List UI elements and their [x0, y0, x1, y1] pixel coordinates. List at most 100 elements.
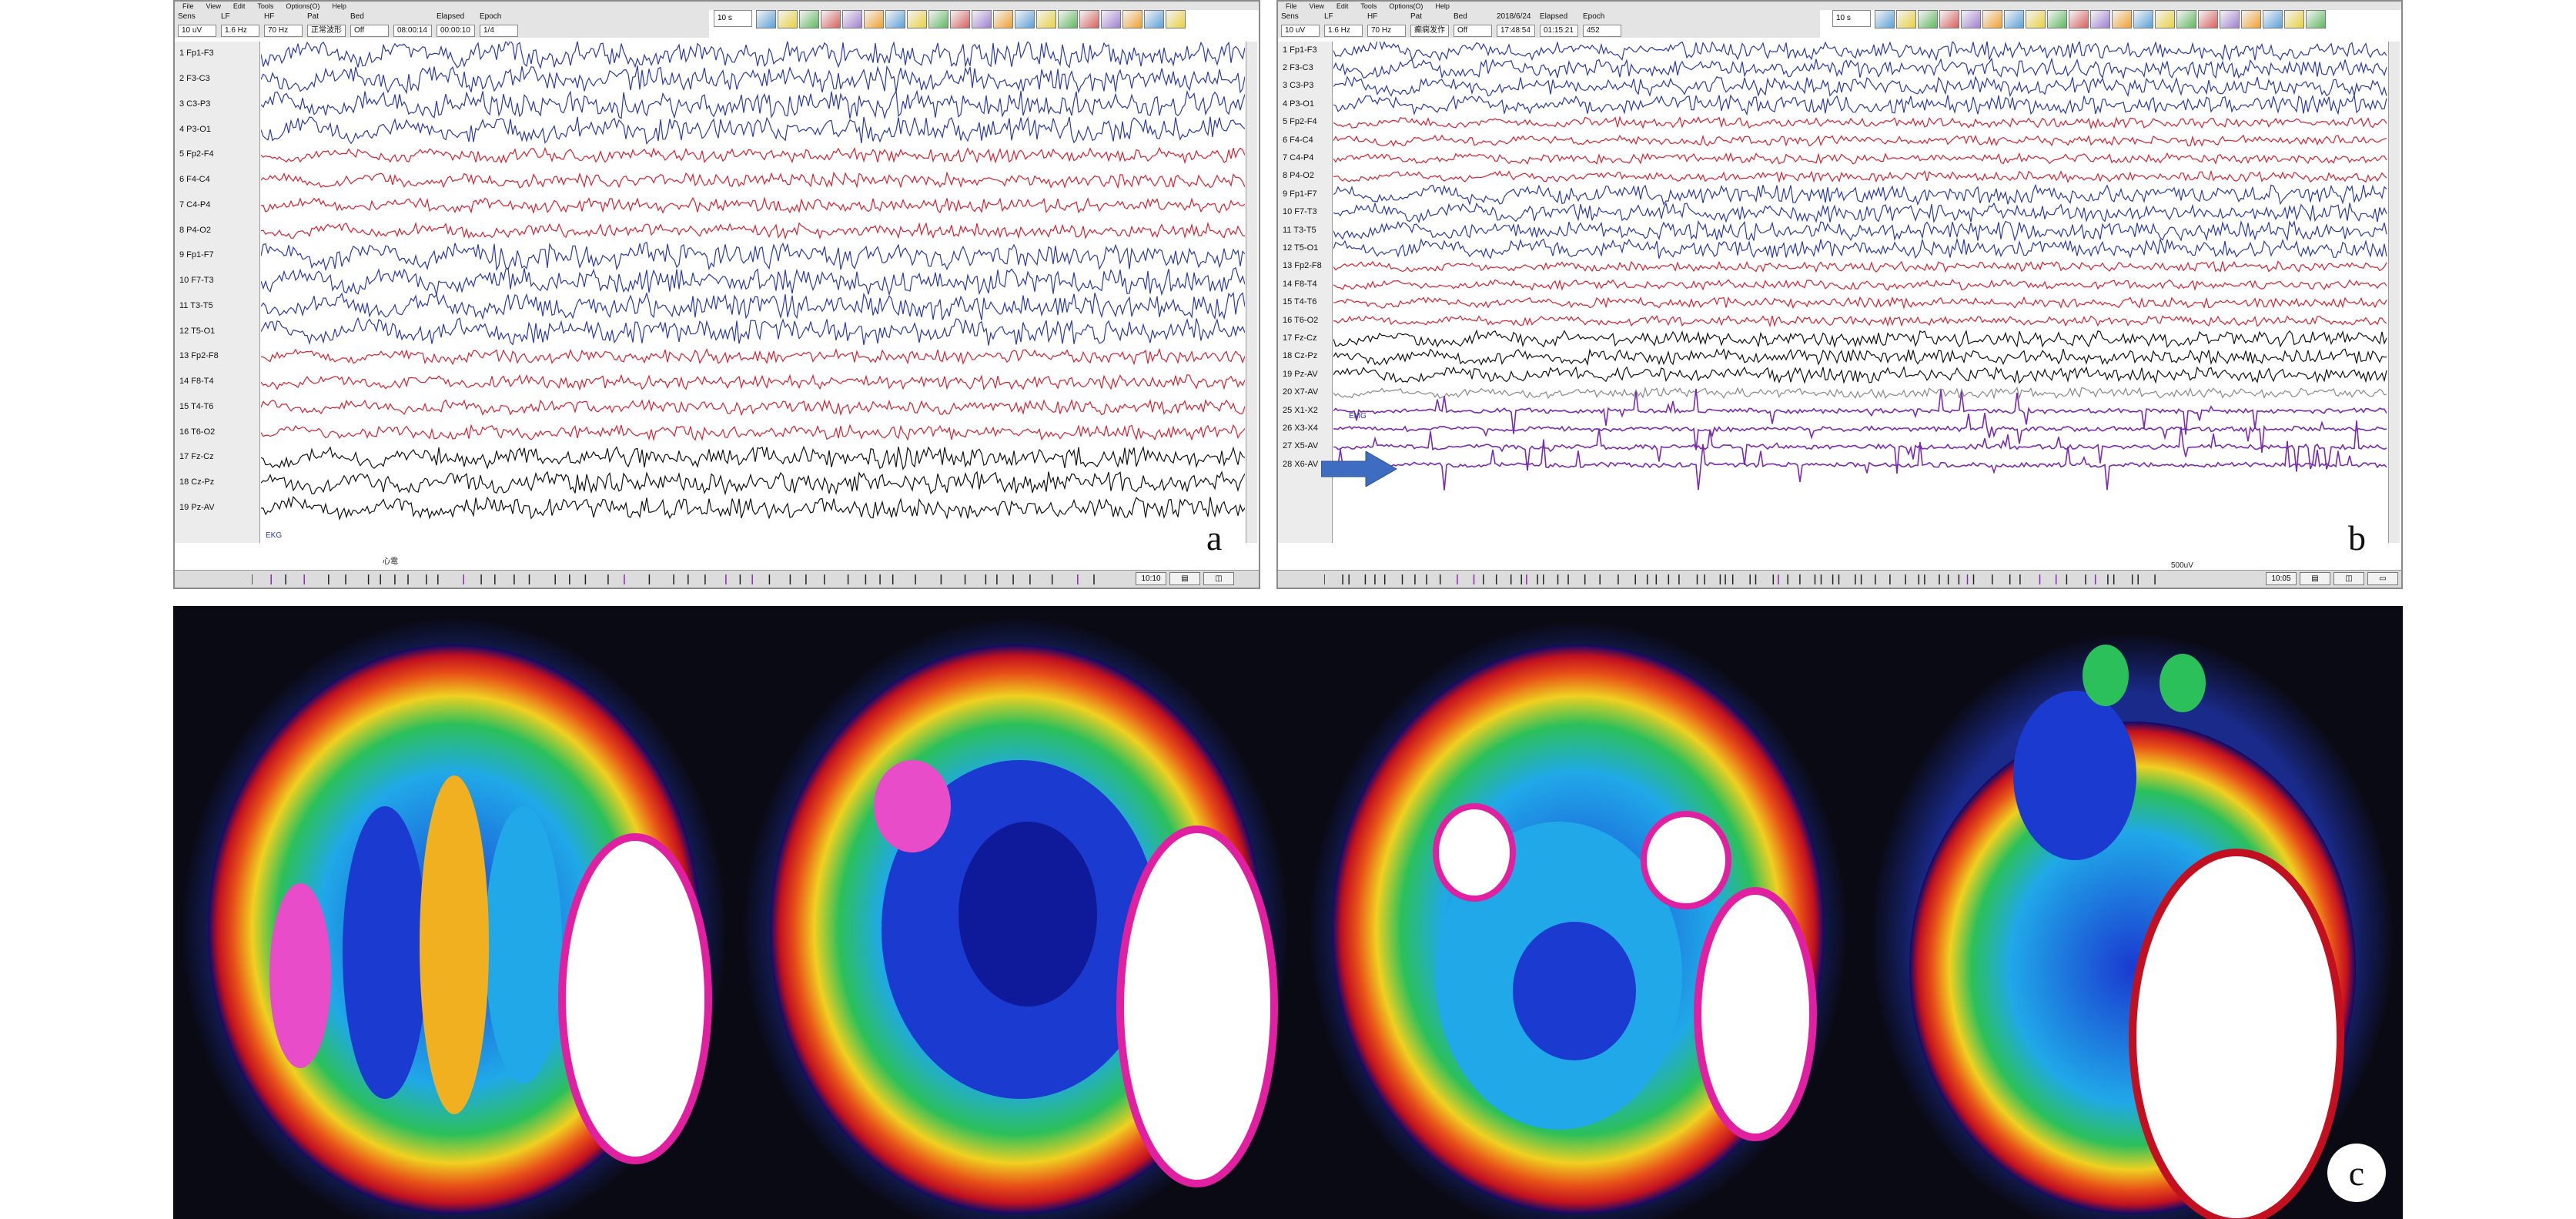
toolbar-tool-icon[interactable] [1015, 10, 1035, 28]
channel-label[interactable]: 28 X6-AV [1283, 460, 1318, 469]
toolbar-tool-icon[interactable] [864, 10, 884, 28]
menu-options[interactable]: Options(O) [286, 2, 319, 10]
sensitivity-field[interactable]: 10 uV [178, 24, 216, 37]
toolbar-tool-icon[interactable] [2263, 10, 2283, 28]
notch-field[interactable]: Off [1454, 24, 1492, 37]
channel-label[interactable]: 12 T5-O1 [1283, 243, 1318, 253]
menu-view[interactable]: View [1310, 2, 1324, 10]
channel-label[interactable]: 10 F7-T3 [179, 276, 214, 285]
menu-file[interactable]: File [182, 2, 194, 10]
channel-label[interactable]: 17 Fz-Cz [179, 452, 214, 461]
high-filter-field[interactable]: 70 Hz [1367, 24, 1406, 37]
menu-view[interactable]: View [206, 2, 221, 10]
menu-file[interactable]: File [1286, 2, 1297, 10]
menu-tools[interactable]: Tools [257, 2, 273, 10]
toolbar-tool-icon[interactable] [972, 10, 992, 28]
toolbar-tool-icon[interactable] [2069, 10, 2089, 28]
toolbar-tool-icon[interactable] [1982, 10, 2002, 28]
toolbar-tool-icon[interactable] [1918, 10, 1938, 28]
toolbar-tool-icon[interactable] [1144, 10, 1164, 28]
channel-label[interactable]: 3 C3-P3 [1283, 81, 1313, 90]
toolbar-tool-icon[interactable] [1896, 10, 1916, 28]
toolbar-tool-icon[interactable] [2112, 10, 2132, 28]
channel-label[interactable]: 6 F4-C4 [179, 175, 210, 184]
timeline-scrollbar[interactable]: 10:05 ▤ ◫ ▭ [1278, 570, 2401, 588]
toolbar-tool-icon[interactable] [1036, 10, 1056, 28]
channel-label[interactable]: 9 Fp1-F7 [179, 250, 214, 260]
channel-label[interactable]: 13 Fp2-F8 [1283, 261, 1322, 270]
toolbar-tool-icon[interactable] [2026, 10, 2046, 28]
toolbar-tool-icon[interactable] [778, 10, 798, 28]
toolbar-tool-icon[interactable] [907, 10, 927, 28]
channel-label[interactable]: 16 T6-O2 [179, 427, 215, 437]
channel-label[interactable]: 3 C3-P3 [179, 99, 210, 109]
time-button[interactable]: 10:10 [1136, 572, 1166, 585]
channel-label[interactable]: 18 Cz-Pz [179, 477, 214, 487]
timeline-scrollbar[interactable]: 10:10 ▤ ◫ [175, 570, 1259, 588]
view-button[interactable]: ◫ [1203, 572, 1234, 585]
vertical-scrollbar[interactable] [1246, 42, 1257, 543]
toolbar-tool-icon[interactable] [2133, 10, 2153, 28]
channel-label[interactable]: 1 Fp1-F3 [179, 49, 214, 58]
channel-label[interactable]: 17 Fz-Cz [1283, 333, 1317, 343]
channel-label[interactable]: 2 F3-C3 [179, 74, 210, 83]
channel-label[interactable]: 4 P3-O1 [179, 125, 211, 134]
toolbar-tool-icon[interactable] [2047, 10, 2067, 28]
toolbar-tool-icon[interactable] [1939, 10, 1959, 28]
toolbar-tool-icon[interactable] [2220, 10, 2240, 28]
channel-label[interactable]: 12 T5-O1 [179, 327, 215, 336]
sensitivity-field[interactable]: 10 uV [1281, 24, 1320, 37]
channel-label[interactable]: 14 F8-T4 [179, 377, 214, 386]
channel-label[interactable]: 15 T4-T6 [1283, 297, 1316, 306]
toolbar-tool-icon[interactable] [1058, 10, 1078, 28]
high-filter-field[interactable]: 70 Hz [264, 24, 303, 37]
toolbar-tool-icon[interactable] [2176, 10, 2196, 28]
page-button[interactable]: ▤ [1169, 572, 1200, 585]
toolbar-tool-icon[interactable] [1875, 10, 1895, 28]
channel-label[interactable]: 8 P4-O2 [179, 226, 211, 235]
channel-label[interactable]: 18 Cz-Pz [1283, 351, 1317, 360]
channel-label[interactable]: 19 Pz-AV [1283, 370, 1318, 379]
channel-label[interactable]: 9 Fp1-F7 [1283, 189, 1317, 199]
low-filter-field[interactable]: 1.6 Hz [1324, 24, 1363, 37]
toolbar-tool-icon[interactable] [2090, 10, 2110, 28]
notch-field[interactable]: Off [350, 24, 389, 37]
toolbar-tool-icon[interactable] [2284, 10, 2304, 28]
menu-edit[interactable]: Edit [1337, 2, 1349, 10]
channel-label[interactable]: 6 F4-C4 [1283, 136, 1313, 145]
vertical-scrollbar[interactable] [2388, 42, 2400, 543]
view-button[interactable]: ◫ [2333, 572, 2364, 585]
menu-edit[interactable]: Edit [233, 2, 246, 10]
toolbar-tool-icon[interactable] [928, 10, 948, 28]
menu-options[interactable]: Options(O) [1389, 2, 1423, 10]
toolbar-tool-icon[interactable] [821, 10, 841, 28]
toolbar-tool-icon[interactable] [842, 10, 862, 28]
channel-label[interactable]: 15 T4-T6 [179, 402, 213, 411]
channel-label[interactable]: 11 T3-T5 [179, 301, 213, 310]
channel-label[interactable]: 5 Fp2-F4 [179, 149, 214, 159]
toolbar-tool-icon[interactable] [1961, 10, 1981, 28]
toolbar-tool-icon[interactable] [2198, 10, 2218, 28]
montage-field[interactable]: 正常波形 [307, 24, 346, 37]
channel-label[interactable]: 26 X3-X4 [1283, 424, 1318, 433]
toolbar-tool-icon[interactable] [1101, 10, 1121, 28]
page-button[interactable]: ▤ [2300, 572, 2330, 585]
toolbar-tool-icon[interactable] [950, 10, 970, 28]
toolbar-tool-icon[interactable] [1166, 10, 1186, 28]
toolbar-tool-icon[interactable] [756, 10, 776, 28]
toolbar-tool-icon[interactable] [799, 10, 819, 28]
toolbar-tool-icon[interactable] [2004, 10, 2024, 28]
channel-label[interactable]: 4 P3-O1 [1283, 99, 1314, 109]
channel-label[interactable]: 16 T6-O2 [1283, 316, 1318, 325]
toolbar-tool-icon[interactable] [1122, 10, 1142, 28]
channel-label[interactable]: 7 C4-P4 [1283, 153, 1313, 162]
time-button[interactable]: 10:05 [2266, 572, 2297, 585]
channel-label[interactable]: 14 F8-T4 [1283, 280, 1317, 289]
toolbar-tool-icon[interactable] [885, 10, 905, 28]
toolbar-tool-icon[interactable] [2306, 10, 2326, 28]
channel-label[interactable]: 19 Pz-AV [179, 503, 215, 512]
channel-label[interactable]: 20 X7-AV [1283, 387, 1318, 397]
low-filter-field[interactable]: 1.6 Hz [221, 24, 259, 37]
toolbar-tool-icon[interactable] [993, 10, 1013, 28]
menu-tools[interactable]: Tools [1360, 2, 1377, 10]
